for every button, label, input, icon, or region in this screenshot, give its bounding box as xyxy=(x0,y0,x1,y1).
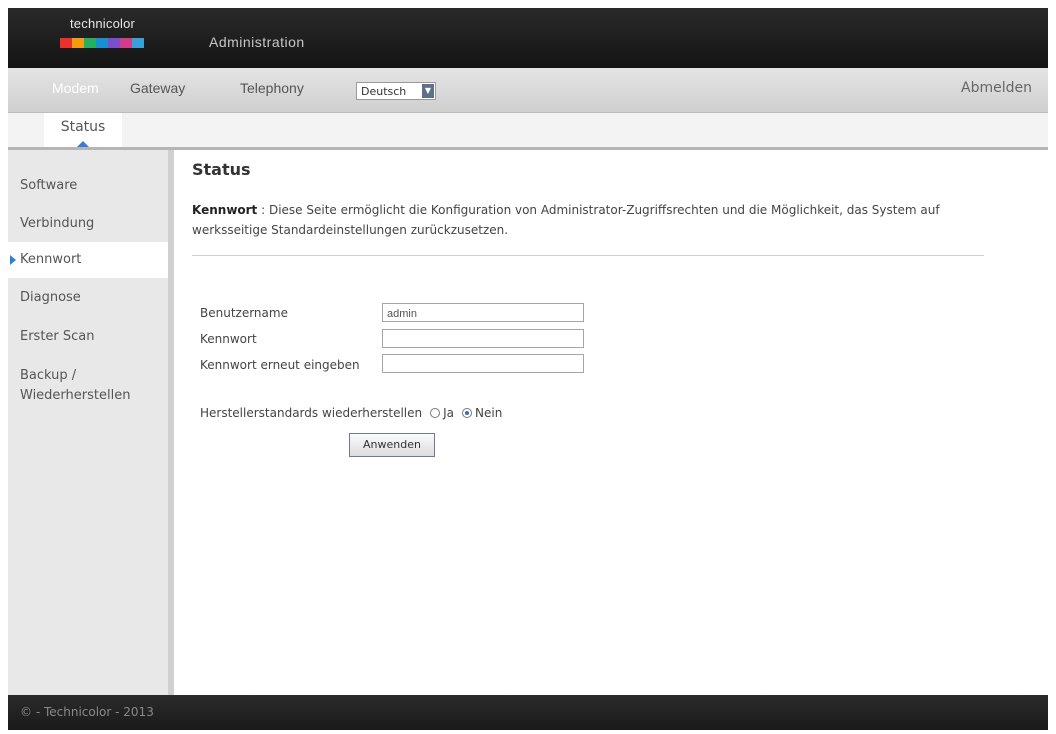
description-label: Kennwort xyxy=(192,203,258,217)
sidebar-item-diagnose[interactable]: Diagnose xyxy=(8,288,168,308)
logout-link[interactable]: Abmelden xyxy=(961,80,1032,96)
tab-status[interactable]: Status xyxy=(44,113,122,147)
technicolor-logo: technicolor xyxy=(60,16,150,60)
username-field[interactable] xyxy=(382,303,584,322)
active-tab-indicator-icon xyxy=(77,141,89,147)
copyright-text: © - Technicolor - 2013 xyxy=(20,705,154,719)
sidebar: Software Verbindung Kennwort Diagnose Er… xyxy=(8,150,174,695)
description-text: Diese Seite ermöglicht die Konfiguration… xyxy=(192,203,940,237)
sidebar-item-label: Kennwort xyxy=(20,252,82,267)
chevron-down-icon: ▼ xyxy=(422,84,434,98)
sidebar-item-backup-restore[interactable]: Backup / Wiederherstellen xyxy=(8,366,168,406)
logo-color-bar xyxy=(60,38,144,48)
top-header: technicolor Administration xyxy=(8,8,1048,68)
tab-status-label: Status xyxy=(60,119,106,135)
sidebar-item-erster-scan[interactable]: Erster Scan xyxy=(8,327,168,347)
logo-text: technicolor xyxy=(70,16,136,31)
factory-reset-yes-radio[interactable] xyxy=(430,408,441,418)
menu-item-gateway[interactable]: Gateway xyxy=(130,80,185,96)
menu-item-modem[interactable]: Modem xyxy=(52,80,99,96)
username-label: Benutzername xyxy=(200,306,288,320)
factory-reset-label: Herstellerstandards wiederherstellen xyxy=(200,406,423,420)
page-description: Kennwort : Diese Seite ermöglicht die Ko… xyxy=(192,200,982,240)
header-title: Administration xyxy=(209,34,305,50)
factory-reset-no-radio[interactable] xyxy=(462,408,473,418)
sidebar-item-verbindung[interactable]: Verbindung xyxy=(8,214,168,234)
factory-reset-row: Herstellerstandards wiederherstellen Ja … xyxy=(200,406,502,420)
factory-reset-yes-label: Ja xyxy=(443,406,455,420)
language-select-value: Deutsch xyxy=(361,85,407,98)
sub-menu-bar: Status xyxy=(8,113,1048,150)
description-separator: : xyxy=(257,203,269,217)
factory-reset-no-label: Nein xyxy=(475,406,503,420)
apply-button[interactable]: Anwenden xyxy=(349,433,435,457)
language-select[interactable]: Deutsch ▼ xyxy=(356,82,436,100)
active-item-pointer-icon xyxy=(10,255,16,265)
password-label: Kennwort xyxy=(200,332,257,346)
confirm-password-label: Kennwort erneut eingeben xyxy=(200,358,360,372)
main-menu-bar: Modem Gateway Telephony Deutsch ▼ Abmeld… xyxy=(8,68,1048,113)
divider xyxy=(192,255,984,256)
sidebar-item-kennwort[interactable]: Kennwort xyxy=(8,242,168,278)
password-field[interactable] xyxy=(382,329,584,348)
confirm-password-field[interactable] xyxy=(382,354,584,373)
footer: © - Technicolor - 2013 xyxy=(8,695,1048,730)
sidebar-item-software[interactable]: Software xyxy=(8,176,168,196)
menu-item-telephony[interactable]: Telephony xyxy=(240,80,304,96)
page-title: Status xyxy=(192,160,251,179)
